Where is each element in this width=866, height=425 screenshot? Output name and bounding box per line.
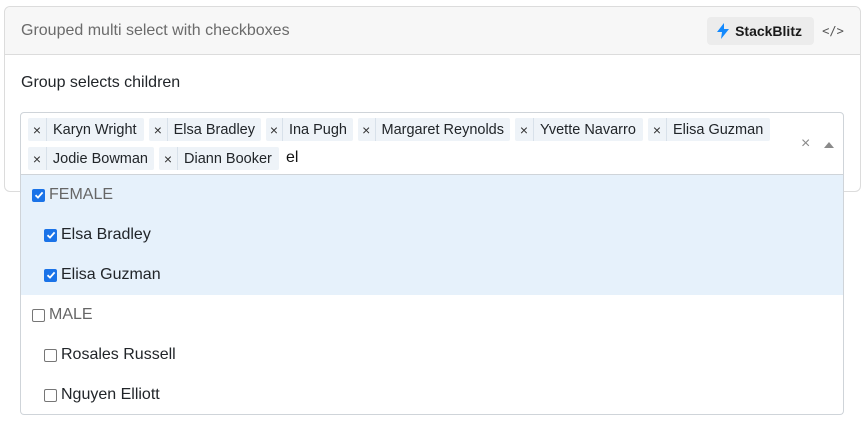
- option-group[interactable]: FEMALE: [21, 175, 843, 215]
- option-content: Elsa Bradley: [44, 226, 151, 244]
- option-item[interactable]: Elsa Bradley: [21, 215, 843, 255]
- option-content: Nguyen Elliott: [44, 386, 160, 404]
- tag-label: Elsa Bradley: [173, 121, 255, 138]
- tag-label: Karyn Wright: [53, 121, 137, 138]
- option-content: Elisa Guzman: [44, 266, 161, 284]
- selected-tag: × Karyn Wright: [28, 118, 144, 141]
- option-content: FEMALE: [32, 186, 113, 204]
- option-label: Rosales Russell: [61, 346, 176, 363]
- remove-tag-icon[interactable]: ×: [266, 118, 283, 141]
- code-icon[interactable]: </>: [820, 17, 846, 45]
- tag-label: Margaret Reynolds: [381, 121, 505, 138]
- option-item[interactable]: Elisa Guzman: [21, 255, 843, 295]
- tag-label: Yvette Navarro: [540, 121, 636, 138]
- header-actions: StackBlitz </>: [707, 16, 846, 45]
- selected-tag: × Elsa Bradley: [149, 118, 261, 141]
- option-label: Elisa Guzman: [61, 266, 161, 283]
- checkbox-checked-icon[interactable]: [32, 188, 45, 202]
- tag-label: Diann Booker: [184, 150, 272, 167]
- stackblitz-label: StackBlitz: [735, 22, 802, 39]
- option-item[interactable]: Nguyen Elliott: [21, 375, 843, 414]
- remove-tag-icon[interactable]: ×: [159, 147, 178, 170]
- tag-label: Jodie Bowman: [52, 150, 148, 167]
- options-dropdown: FEMALE Elsa Bradley Elisa Guzman MALE Rosale…: [20, 175, 844, 415]
- selected-tag: × Ina Pugh: [266, 118, 353, 141]
- multi-select-control[interactable]: × Karyn Wright × Elsa Bradley × Ina Pugh × Marg…: [20, 112, 844, 175]
- selected-tag: × Diann Booker: [159, 147, 279, 170]
- stackblitz-button[interactable]: StackBlitz: [707, 16, 814, 45]
- selected-tag: × Elisa Guzman: [648, 118, 770, 141]
- option-label: Elsa Bradley: [61, 226, 151, 243]
- tag-label: Ina Pugh: [288, 121, 347, 138]
- option-group[interactable]: MALE: [21, 295, 843, 335]
- clear-all-icon[interactable]: ×: [801, 135, 810, 153]
- dropdown-caret-icon[interactable]: [824, 142, 834, 148]
- remove-tag-icon[interactable]: ×: [515, 118, 534, 141]
- section-label: Group selects children: [21, 74, 181, 91]
- remove-tag-icon[interactable]: ×: [648, 118, 667, 141]
- option-item[interactable]: Rosales Russell: [21, 335, 843, 375]
- option-label: Nguyen Elliott: [61, 386, 160, 403]
- tag-label: Elisa Guzman: [673, 121, 764, 138]
- option-label: MALE: [49, 306, 93, 323]
- card-body: Group selects children: [5, 55, 860, 92]
- selected-tag: × Yvette Navarro: [515, 118, 643, 141]
- selected-tag: × Margaret Reynolds: [358, 118, 510, 141]
- checkbox-checked-icon[interactable]: [44, 228, 57, 242]
- checkbox-unchecked-icon[interactable]: [44, 388, 57, 402]
- remove-tag-icon[interactable]: ×: [149, 118, 168, 141]
- option-content: MALE: [32, 306, 93, 324]
- remove-tag-icon[interactable]: ×: [28, 118, 47, 141]
- remove-tag-icon[interactable]: ×: [358, 118, 376, 141]
- card-header: Grouped multi select with checkboxes Sta…: [5, 7, 860, 55]
- card-title: Grouped multi select with checkboxes: [21, 21, 290, 39]
- checkbox-unchecked-icon[interactable]: [44, 348, 57, 362]
- option-label: FEMALE: [49, 186, 114, 203]
- search-input[interactable]: el: [286, 149, 298, 167]
- selected-tag: × Jodie Bowman: [28, 147, 154, 170]
- lightning-bolt-icon: [717, 22, 730, 39]
- checkbox-unchecked-icon[interactable]: [32, 308, 45, 322]
- checkbox-checked-icon[interactable]: [44, 268, 57, 282]
- option-content: Rosales Russell: [44, 346, 176, 364]
- remove-tag-icon[interactable]: ×: [28, 147, 47, 170]
